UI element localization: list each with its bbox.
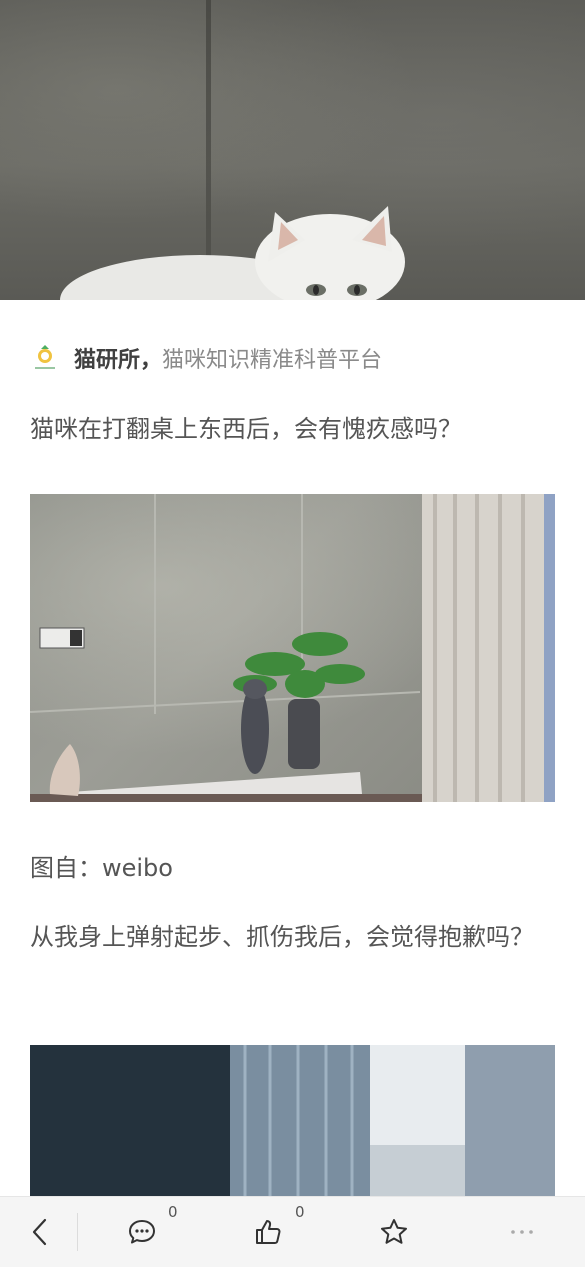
favorite-button[interactable]: [374, 1197, 414, 1267]
star-icon: [381, 1219, 407, 1244]
like-button[interactable]: [248, 1197, 288, 1267]
source-logo-icon: [30, 343, 60, 373]
image-caption: 图自：weibo: [30, 854, 173, 882]
thumbs-up-icon: [256, 1220, 281, 1244]
hero-image: [0, 0, 585, 300]
comment-count: 0: [168, 1203, 178, 1221]
comment-button[interactable]: [122, 1197, 162, 1267]
article-image: [30, 494, 555, 802]
more-dots-icon: [511, 1230, 533, 1234]
toolbar-divider: [77, 1213, 78, 1251]
source-description: 猫咪知识精准科普平台: [162, 348, 383, 373]
article-paragraph: 猫咪在打翻桌上东西后，会有愧疚感吗？: [30, 415, 462, 443]
back-button[interactable]: [20, 1197, 60, 1267]
source-line: 猫研所， 猫咪知识精准科普平台: [30, 338, 382, 378]
article-paragraph: 从我身上弹射起步、抓伤我后，会觉得抱歉吗？: [30, 923, 534, 951]
more-button[interactable]: [500, 1197, 544, 1267]
like-count: 0: [295, 1203, 305, 1221]
chevron-left-icon: [32, 1218, 47, 1246]
source-name[interactable]: 猫研所，: [74, 342, 162, 374]
bottom-toolbar: 0 0: [0, 1196, 585, 1267]
article-image: [30, 1045, 555, 1205]
comment-bubble-icon: [129, 1220, 155, 1244]
